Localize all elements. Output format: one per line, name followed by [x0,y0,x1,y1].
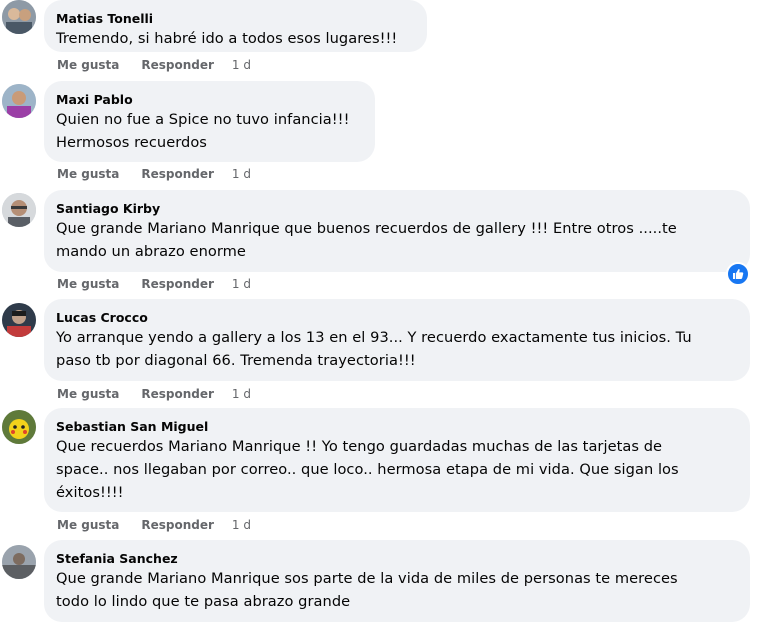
reaction-badge[interactable] [726,262,750,286]
comment-text: Que recuerdos Mariano Manrique !! Yo ten… [56,438,679,501]
avatar[interactable] [2,0,36,34]
like-button[interactable]: Me gusta [57,387,119,401]
comment-actions: Me gusta Responder 1 d [57,57,251,73]
like-button[interactable]: Me gusta [57,277,119,291]
avatar[interactable] [2,303,36,337]
comment-author[interactable]: Sebastian San Miguel [56,419,208,435]
like-icon [733,269,744,279]
avatar[interactable] [2,545,36,579]
comment-actions: Me gusta Responder 1 d [57,166,251,182]
comment-bubble: Santiago Kirby Que grande Mariano Manriq… [44,190,750,272]
comment-timestamp[interactable]: 1 d [232,518,251,532]
comment-text: Tremendo, si habré ido a todos esos luga… [56,30,398,47]
comment-bubble: Matias Tonelli Tremendo, si habré ido a … [44,0,427,52]
comment-author[interactable]: Matias Tonelli [56,11,153,27]
comment-actions: Me gusta Responder 1 d [57,517,251,533]
like-button[interactable]: Me gusta [57,518,119,532]
comment-bubble: Lucas Crocco Yo arranque yendo a gallery… [44,299,750,381]
comment-timestamp[interactable]: 1 d [232,58,251,72]
comment-author[interactable]: Maxi Pablo [56,92,133,108]
like-button[interactable]: Me gusta [57,167,119,181]
comment-actions: Me gusta Responder 1 d [57,276,251,292]
reply-button[interactable]: Responder [141,277,214,291]
comment-text: Que grande Mariano Manrique sos parte de… [56,570,678,610]
comment-text: Que grande Mariano Manrique que buenos r… [56,220,677,260]
reply-button[interactable]: Responder [141,58,214,72]
avatar[interactable] [2,193,36,227]
comment-actions: Me gusta Responder 1 d [57,386,251,402]
comment-timestamp[interactable]: 1 d [232,387,251,401]
comment-bubble: Maxi Pablo Quien no fue a Spice no tuvo … [44,81,375,162]
comment-author[interactable]: Lucas Crocco [56,310,148,326]
reply-button[interactable]: Responder [141,518,214,532]
comment-author[interactable]: Stefania Sanchez [56,551,178,567]
comment-text: Yo arranque yendo a gallery a los 13 en … [56,329,692,369]
comment-bubble: Sebastian San Miguel Que recuerdos Maria… [44,408,750,512]
comment-bubble: Stefania Sanchez Que grande Mariano Manr… [44,540,750,622]
avatar[interactable] [2,410,36,444]
comment-timestamp[interactable]: 1 d [232,277,251,291]
comment-timestamp[interactable]: 1 d [232,167,251,181]
reply-button[interactable]: Responder [141,387,214,401]
like-button[interactable]: Me gusta [57,58,119,72]
avatar[interactable] [2,84,36,118]
reply-button[interactable]: Responder [141,167,214,181]
comment-author[interactable]: Santiago Kirby [56,201,160,217]
comment-text: Quien no fue a Spice no tuvo infancia!!!… [56,111,350,151]
